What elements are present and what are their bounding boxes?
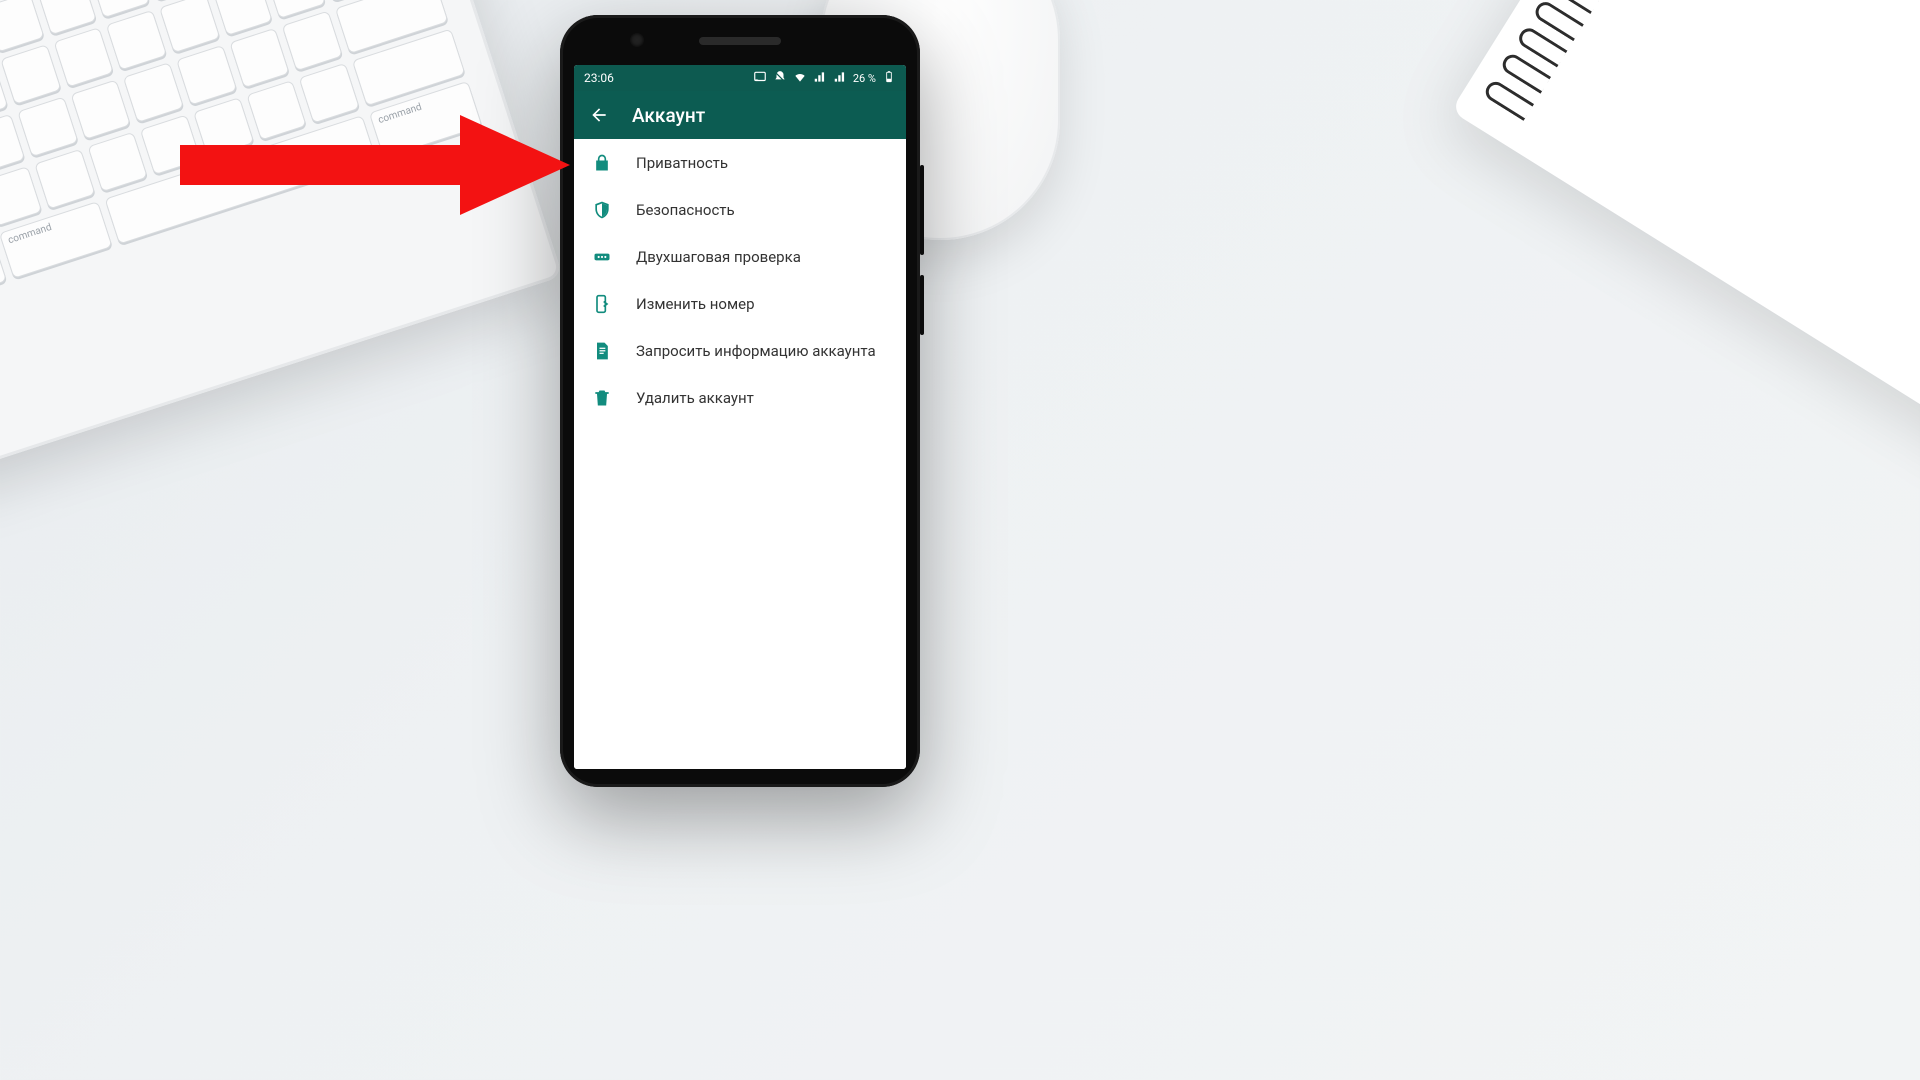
menu-item-label: Запросить информацию аккаунта	[636, 342, 876, 360]
status-battery: 26 %	[853, 72, 876, 85]
notebook-prop	[1451, 0, 1920, 450]
phone-speaker	[699, 37, 781, 45]
menu-item-delete-account[interactable]: Удалить аккаунт	[574, 374, 906, 421]
phone-frame: 23:06 m 26 %	[560, 15, 920, 787]
menu-item-label: Изменить номер	[636, 295, 755, 313]
menu-item-two-step[interactable]: Двухшаговая проверка	[574, 233, 906, 280]
app-bar: Аккаунт	[574, 91, 906, 139]
battery-icon	[882, 70, 896, 87]
status-bar: 23:06 m 26 %	[574, 65, 906, 91]
phone-change-icon	[592, 294, 612, 314]
settings-list: Приватность Безопасность Двухшаговая про…	[574, 139, 906, 769]
trash-icon	[592, 388, 612, 408]
phone-camera	[630, 33, 644, 47]
keyboard-prop: controloptioncommand command	[0, 0, 563, 499]
bell-muted-icon	[773, 70, 787, 87]
menu-item-label: Приватность	[636, 154, 728, 172]
menu-item-privacy[interactable]: Приватность	[574, 139, 906, 186]
wifi-icon	[793, 70, 807, 87]
dots-icon	[592, 247, 612, 267]
signal2-icon	[833, 70, 847, 87]
menu-item-change-number[interactable]: Изменить номер	[574, 280, 906, 327]
signal-icon	[813, 70, 827, 87]
menu-item-label: Удалить аккаунт	[636, 389, 754, 407]
cast-icon	[753, 70, 767, 87]
menu-item-label: Безопасность	[636, 201, 735, 219]
back-button[interactable]	[588, 104, 610, 126]
menu-item-label: Двухшаговая проверка	[636, 248, 801, 266]
page-title: Аккаунт	[632, 104, 705, 127]
phone-screen: 23:06 m 26 %	[574, 65, 906, 769]
menu-item-security[interactable]: Безопасность	[574, 186, 906, 233]
shield-icon	[592, 200, 612, 220]
status-time: 23:06	[584, 71, 614, 85]
document-icon	[592, 341, 612, 361]
lock-icon	[592, 153, 612, 173]
menu-item-request-info[interactable]: Запросить информацию аккаунта	[574, 327, 906, 374]
